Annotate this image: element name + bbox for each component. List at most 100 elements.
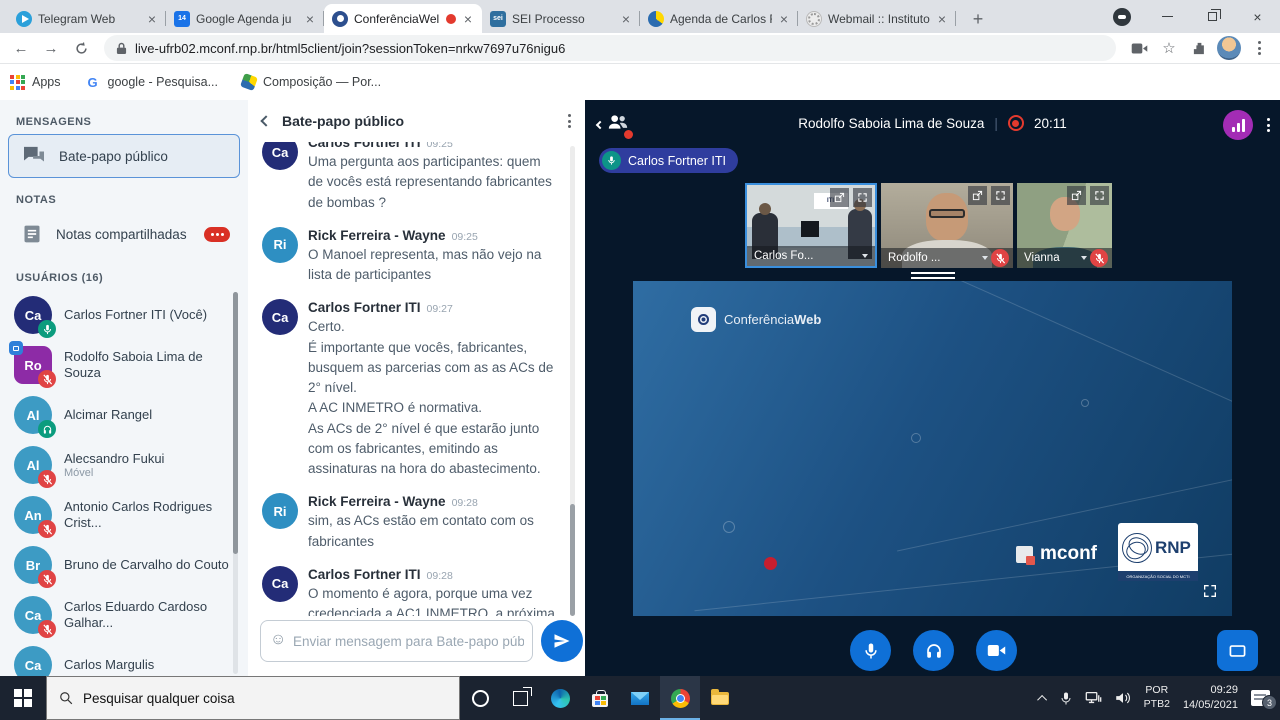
tray-mic-icon[interactable] (1060, 691, 1072, 706)
browser-tab[interactable]: ConferênciaWel× (324, 4, 482, 33)
browser-toolbar: ← → live-ufrb02.mconf.rnp.br/html5client… (0, 33, 1280, 64)
extensions-icon[interactable] (1186, 35, 1212, 61)
webcam-name-dropdown[interactable]: Rodolfo ... (881, 248, 1013, 268)
user-list-item[interactable]: CaCarlos Eduardo Cardoso Galhar... (0, 590, 232, 640)
browser-tab[interactable]: seiSEI Processo× (482, 4, 640, 33)
taskbar-search[interactable]: Pesquisar qualquer coisa (46, 676, 460, 720)
talking-indicator[interactable]: Carlos Fortner ITI (599, 148, 738, 173)
tray-expand-icon[interactable] (1037, 694, 1047, 704)
bookmark-item[interactable]: Apps (10, 75, 61, 90)
tab-close-icon[interactable]: × (304, 11, 316, 27)
restore-presentation-button[interactable] (1217, 630, 1258, 671)
webcam-name-dropdown[interactable]: Vianna (1017, 248, 1112, 268)
webcam-popout-icon[interactable] (830, 188, 849, 207)
chat-scrollbar[interactable] (570, 146, 575, 616)
address-bar[interactable]: live-ufrb02.mconf.rnp.br/html5client/joi… (104, 35, 1116, 61)
mute-button[interactable] (850, 630, 891, 671)
bookmark-item[interactable]: Composição — Por... (242, 75, 381, 89)
presentation-fullscreen-icon[interactable] (1202, 583, 1218, 604)
browser-tab[interactable]: Webmail :: Instituto× (798, 4, 956, 33)
send-message-button[interactable] (541, 620, 583, 662)
webcam-fullscreen-icon[interactable] (991, 186, 1010, 205)
browser-menu-icon[interactable] (1246, 35, 1272, 61)
webcam-button[interactable] (976, 630, 1017, 671)
browser-tab[interactable]: Agenda de Carlos F× (640, 4, 798, 33)
explorer-taskbar-icon[interactable] (700, 676, 740, 720)
connection-status-button[interactable] (1223, 110, 1253, 140)
mic-muted-badge (38, 570, 56, 588)
user-list-item[interactable]: AlAlecsandro FukuiMóvel (0, 440, 232, 490)
action-center-icon[interactable]: 3 (1251, 690, 1270, 706)
start-button[interactable] (0, 676, 46, 720)
window-restore-button[interactable] (1190, 0, 1235, 33)
emoji-icon[interactable]: ☺ (270, 631, 286, 649)
language-indicator[interactable]: PORPTB2 (1144, 684, 1170, 711)
chrome-taskbar-icon[interactable] (660, 676, 700, 720)
camera-icon (987, 643, 1006, 658)
message-author: Carlos Fortner ITI (308, 300, 421, 315)
chat-back-icon[interactable] (260, 115, 271, 126)
tab-close-icon[interactable]: × (462, 11, 474, 27)
message-author: Rick Ferreira - Wayne (308, 228, 446, 243)
message-author: Carlos Fortner ITI (308, 567, 421, 582)
profile-avatar[interactable] (1216, 35, 1242, 61)
clock[interactable]: 09:2914/05/2021 (1183, 683, 1238, 713)
cortana-button[interactable] (460, 676, 500, 720)
tab-close-icon[interactable]: × (778, 11, 790, 27)
user-list-item[interactable]: BrBruno de Carvalho do Couto (0, 540, 232, 590)
bookmark-star-icon[interactable]: ☆ (1156, 35, 1182, 61)
bookmark-item[interactable]: Ggoogle - Pesquisa... (85, 74, 219, 90)
webcam-tile[interactable]: ITICarlos Fo... (745, 183, 877, 268)
system-tray: PORPTB2 09:2914/05/2021 3 (1040, 683, 1280, 713)
user-list-item[interactable]: CaCarlos Margulis (0, 640, 232, 676)
mail-taskbar-icon[interactable] (620, 676, 660, 720)
forward-button[interactable]: → (38, 35, 64, 61)
recording-indicator-icon[interactable] (1008, 115, 1024, 131)
user-avatar: An (14, 496, 52, 534)
message-text: sim, as ACs estão em contato com os fabr… (308, 511, 558, 552)
window-close-button[interactable]: × (1235, 0, 1280, 33)
public-chat-item[interactable]: Bate-papo público (8, 134, 240, 178)
webcam-fullscreen-icon[interactable] (853, 188, 872, 207)
tab-close-icon[interactable]: × (146, 11, 158, 27)
chrome-updates-button[interactable] (1113, 8, 1131, 26)
message-avatar: Ri (262, 493, 298, 529)
user-list-item[interactable]: RoRodolfo Saboia Lima de Souza (0, 340, 232, 390)
audio-button[interactable] (913, 630, 954, 671)
store-taskbar-icon[interactable] (580, 676, 620, 720)
tray-volume-icon[interactable] (1115, 691, 1131, 705)
webcam-tile[interactable]: Vianna (1017, 183, 1112, 268)
webcam-fullscreen-icon[interactable] (1090, 186, 1109, 205)
mic-muted-badge (38, 620, 56, 638)
webcam-popout-icon[interactable] (1067, 186, 1086, 205)
user-list-item[interactable]: CaCarlos Fortner ITI (Você) (0, 290, 232, 340)
new-tab-button[interactable]: + (964, 5, 992, 33)
reload-icon (74, 41, 89, 56)
camera-permission-icon[interactable] (1126, 35, 1152, 61)
chat-menu-icon[interactable] (568, 114, 571, 128)
options-menu-icon[interactable] (1267, 118, 1270, 132)
browser-tab[interactable]: 14Google Agenda ju× (166, 4, 324, 33)
webcam-name-dropdown[interactable]: Carlos Fo... (747, 246, 875, 266)
shared-notes-item[interactable]: Notas compartilhadas (8, 212, 240, 256)
webcam-popout-icon[interactable] (968, 186, 987, 205)
composicao-favicon (240, 73, 258, 91)
window-minimize-button[interactable] (1145, 0, 1190, 33)
notification-count-badge: 3 (1262, 695, 1277, 710)
webcam-tile[interactable]: Rodolfo ... (881, 183, 1013, 268)
userlist-scrollbar[interactable] (233, 292, 238, 674)
task-view-button[interactable] (500, 676, 540, 720)
tray-network-icon[interactable] (1085, 691, 1102, 706)
browser-tab[interactable]: Telegram Web× (8, 4, 166, 33)
chat-message-input[interactable] (260, 620, 533, 662)
back-button[interactable]: ← (8, 35, 34, 61)
edge-taskbar-icon[interactable] (540, 676, 580, 720)
user-list-item[interactable]: AlAlcimar Rangel (0, 390, 232, 440)
chat-message: CaCarlos Fortner ITI09:28O momento é ago… (262, 566, 558, 616)
tab-close-icon[interactable]: × (620, 11, 632, 27)
user-list-item[interactable]: AnAntonio Carlos Rodrigues Crist... (0, 490, 232, 540)
reload-button[interactable] (68, 35, 94, 61)
toggle-userlist-button[interactable] (597, 114, 628, 135)
tab-strip-tabs: Telegram Web×14Google Agenda ju×Conferên… (8, 4, 956, 33)
tab-close-icon[interactable]: × (936, 11, 948, 27)
